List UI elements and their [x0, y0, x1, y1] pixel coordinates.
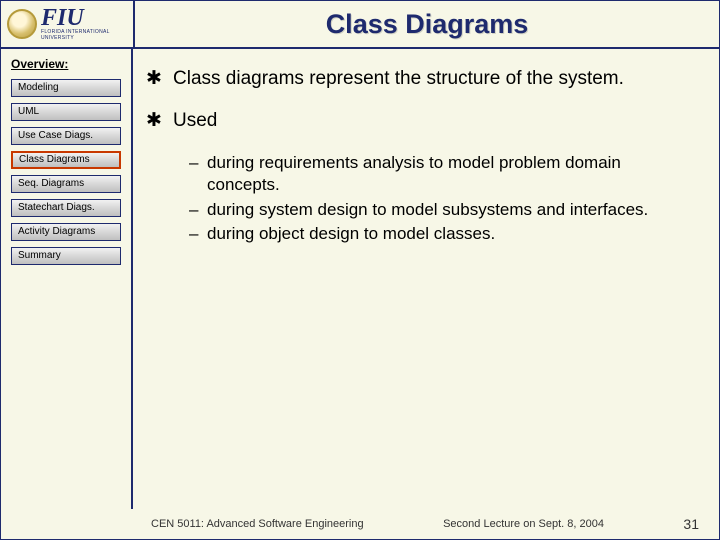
bullet-item: ✱ Class diagrams represent the structure…	[145, 67, 695, 91]
logo-area: FIU FLORIDA INTERNATIONAL UNIVERSITY	[1, 1, 133, 47]
sub-bullet-item: during object design to model classes.	[189, 223, 695, 245]
sidebar-heading: Overview:	[11, 57, 121, 71]
bullet-item: ✱ Used	[145, 109, 695, 133]
footer-course: CEN 5011: Advanced Software Engineering	[151, 518, 364, 530]
page-number: 31	[683, 516, 705, 532]
title-area: Class Diagrams	[133, 1, 719, 47]
sidebar-item-summary[interactable]: Summary	[11, 247, 121, 265]
sidebar-item-modeling[interactable]: Modeling	[11, 79, 121, 97]
sidebar-item-statechart-diags[interactable]: Statechart Diags.	[11, 199, 121, 217]
bullet-icon: ✱	[145, 67, 163, 91]
logo-text: FIU	[41, 7, 127, 29]
content-area: ✱ Class diagrams represent the structure…	[133, 49, 719, 509]
bullet-text: Used	[173, 109, 217, 133]
bullet-icon: ✱	[145, 109, 163, 133]
sidebar-item-use-case-diags[interactable]: Use Case Diags.	[11, 127, 121, 145]
sub-bullet-list: during requirements analysis to model pr…	[189, 152, 695, 246]
footer: CEN 5011: Advanced Software Engineering …	[1, 511, 719, 539]
header: FIU FLORIDA INTERNATIONAL UNIVERSITY Cla…	[1, 1, 719, 49]
logo-subtext: FLORIDA INTERNATIONAL UNIVERSITY	[41, 29, 127, 41]
sidebar-item-activity-diagrams[interactable]: Activity Diagrams	[11, 223, 121, 241]
sidebar: Overview: Modeling UML Use Case Diags. C…	[1, 49, 133, 509]
sub-bullet-item: during requirements analysis to model pr…	[189, 152, 695, 197]
sidebar-item-class-diagrams[interactable]: Class Diagrams	[11, 151, 121, 169]
university-seal-icon	[7, 9, 37, 39]
sidebar-item-uml[interactable]: UML	[11, 103, 121, 121]
page-title: Class Diagrams	[326, 9, 529, 40]
sub-bullet-item: during system design to model subsystems…	[189, 199, 695, 221]
bullet-text: Class diagrams represent the structure o…	[173, 67, 624, 91]
sidebar-item-seq-diagrams[interactable]: Seq. Diagrams	[11, 175, 121, 193]
footer-lecture: Second Lecture on Sept. 8, 2004	[443, 518, 604, 530]
